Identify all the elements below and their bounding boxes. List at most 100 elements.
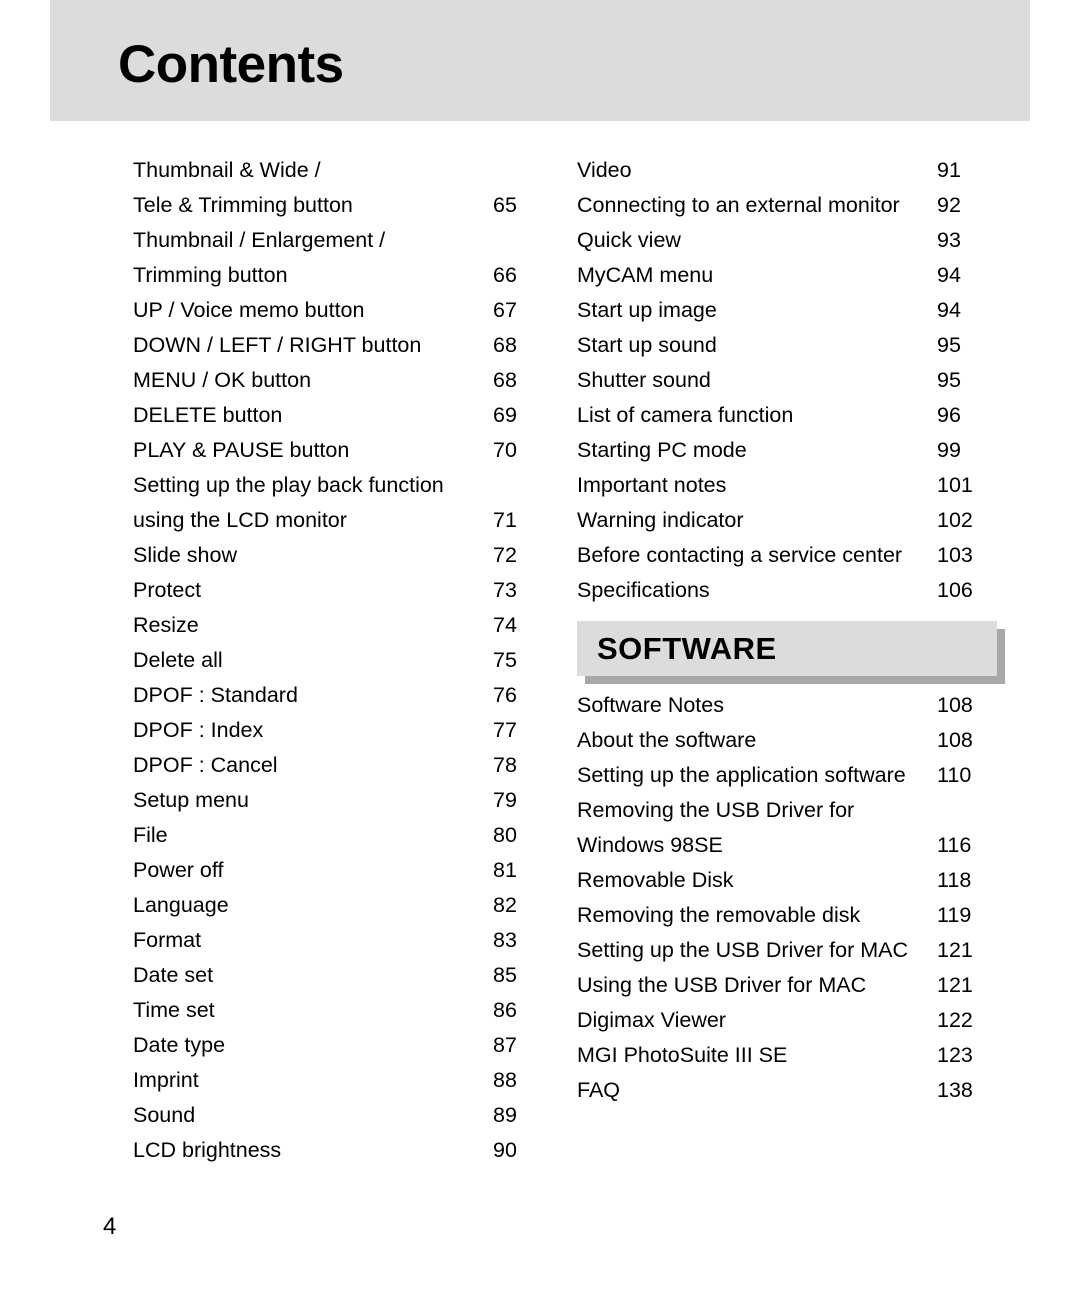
toc-entry-page-number: 102: [937, 508, 973, 532]
toc-entry-label: Date set: [133, 963, 214, 987]
toc-entry[interactable]: Warning indicator 102: [577, 503, 997, 538]
toc-entry[interactable]: Protect 73: [133, 573, 553, 608]
toc-entry-page-number: 68: [493, 333, 517, 357]
toc-entry-label: Start up sound: [577, 333, 717, 357]
toc-entry-page-number: 95: [937, 333, 961, 357]
toc-entry[interactable]: Important notes 101: [577, 468, 997, 503]
toc-entry[interactable]: UP / Voice memo button 67: [133, 293, 553, 328]
toc-entry[interactable]: Delete all 75: [133, 643, 553, 678]
toc-entry[interactable]: Removing the USB Driver for: [577, 793, 997, 828]
toc-entry[interactable]: DPOF : Standard 76: [133, 678, 553, 713]
toc-entry[interactable]: DELETE button 69: [133, 398, 553, 433]
toc-entry[interactable]: Specifications 106: [577, 573, 997, 608]
toc-entry[interactable]: LCD brightness 90: [133, 1133, 553, 1168]
page-title: Contents: [118, 35, 344, 94]
toc-entry[interactable]: Starting PC mode 99: [577, 433, 997, 468]
toc-entry[interactable]: Start up image 94: [577, 293, 997, 328]
toc-entry[interactable]: Windows 98SE 116: [577, 828, 997, 863]
toc-entry[interactable]: Trimming button 66: [133, 258, 553, 293]
toc-entry-page-number: 96: [937, 403, 961, 427]
toc-entry[interactable]: Format 83: [133, 923, 553, 958]
toc-entry[interactable]: using the LCD monitor 71: [133, 503, 553, 538]
toc-entry-page-number: 81: [493, 858, 517, 882]
toc-entry-page-number: 87: [493, 1033, 517, 1057]
toc-entry[interactable]: MyCAM menu 94: [577, 258, 997, 293]
toc-entry-label: DOWN / LEFT / RIGHT button: [133, 333, 422, 357]
toc-entry[interactable]: Date set 85: [133, 958, 553, 993]
toc-entry-label: Software Notes: [577, 693, 724, 717]
toc-entry[interactable]: Connecting to an external monitor 92: [577, 188, 997, 223]
toc-entry-label: Trimming button: [133, 263, 288, 287]
toc-entry[interactable]: Setting up the application software 110: [577, 758, 997, 793]
toc-entry-page-number: 71: [493, 508, 517, 532]
toc-entry-label: FAQ: [577, 1078, 621, 1102]
toc-entry[interactable]: Tele & Trimming button 65: [133, 188, 553, 223]
toc-entry[interactable]: File 80: [133, 818, 553, 853]
toc-entry[interactable]: Time set 86: [133, 993, 553, 1028]
toc-entry-label: Date type: [133, 1033, 226, 1057]
toc-entry-page-number: 108: [937, 728, 973, 752]
toc-entry-page-number: 75: [493, 648, 517, 672]
toc-entry[interactable]: Setting up the play back function: [133, 468, 553, 503]
toc-entry[interactable]: Before contacting a service center 103: [577, 538, 997, 573]
toc-entry[interactable]: DPOF : Cancel 78: [133, 748, 553, 783]
toc-entry-label: Protect: [133, 578, 202, 602]
toc-entry-label: Important notes: [577, 473, 727, 497]
toc-entry[interactable]: Shutter sound 95: [577, 363, 997, 398]
toc-entry[interactable]: Removable Disk 118: [577, 863, 997, 898]
toc-entry[interactable]: DPOF : Index 77: [133, 713, 553, 748]
toc-entry[interactable]: Slide show 72: [133, 538, 553, 573]
toc-entry[interactable]: PLAY & PAUSE button 70: [133, 433, 553, 468]
toc-entry[interactable]: Language 82: [133, 888, 553, 923]
toc-entry[interactable]: FAQ 138: [577, 1073, 997, 1108]
toc-entry-page-number: 76: [493, 683, 517, 707]
toc-entry-page-number: 110: [937, 763, 972, 787]
toc-entry-page-number: 138: [937, 1078, 973, 1102]
section-banner-label: SOFTWARE: [597, 631, 777, 666]
toc-entry-page-number: 118: [937, 868, 972, 892]
toc-entry[interactable]: Resize 74: [133, 608, 553, 643]
toc-entry[interactable]: Digimax Viewer 122: [577, 1003, 997, 1038]
toc-entry-label: List of camera function: [577, 403, 794, 427]
toc-entry[interactable]: List of camera function 96: [577, 398, 997, 433]
contents-header-band: Contents: [50, 0, 1030, 121]
toc-entry-label: Digimax Viewer: [577, 1008, 726, 1032]
toc-entry[interactable]: Date type 87: [133, 1028, 553, 1063]
toc-entry-page-number: 78: [493, 753, 517, 777]
toc-entry[interactable]: Imprint 88: [133, 1063, 553, 1098]
toc-entry-label: MGI PhotoSuite III SE: [577, 1043, 788, 1067]
toc-entry-label: Sound: [133, 1103, 196, 1127]
toc-entry-page-number: 90: [493, 1138, 517, 1162]
toc-entry[interactable]: Thumbnail & Wide /: [133, 153, 553, 188]
toc-entry[interactable]: Sound 89: [133, 1098, 553, 1133]
toc-entry[interactable]: Using the USB Driver for MAC 121: [577, 968, 997, 1003]
toc-entry-page-number: 95: [937, 368, 961, 392]
toc-entry[interactable]: Setup menu 79: [133, 783, 553, 818]
toc-entry-label: Shutter sound: [577, 368, 711, 392]
toc-entry[interactable]: Thumbnail / Enlargement /: [133, 223, 553, 258]
toc-entry[interactable]: DOWN / LEFT / RIGHT button 68: [133, 328, 553, 363]
toc-entry-label: DELETE button: [133, 403, 283, 427]
toc-entry[interactable]: MGI PhotoSuite III SE 123: [577, 1038, 997, 1073]
toc-entry-page-number: 80: [493, 823, 517, 847]
toc-entry[interactable]: Setting up the USB Driver for MAC 121: [577, 933, 997, 968]
toc-entry[interactable]: Quick view 93: [577, 223, 997, 258]
toc-entry-page-number: 77: [493, 718, 517, 742]
toc-entry-label: Removing the removable disk: [577, 903, 861, 927]
toc-entry-label: Specifications: [577, 578, 710, 602]
toc-entry[interactable]: Start up sound 95: [577, 328, 997, 363]
toc-entry[interactable]: About the software 108: [577, 723, 997, 758]
toc-entry-page-number: 91: [937, 158, 961, 182]
toc-entry[interactable]: MENU / OK button 68: [133, 363, 553, 398]
toc-entry-label: Before contacting a service center: [577, 543, 903, 567]
toc-entry[interactable]: Video 91: [577, 153, 997, 188]
toc-entry-page-number: 83: [493, 928, 517, 952]
toc-entry-page-number: 69: [493, 403, 517, 427]
toc-entry[interactable]: Software Notes 108: [577, 688, 997, 723]
toc-entry-page-number: 74: [493, 613, 517, 637]
toc-entry[interactable]: Removing the removable disk 119: [577, 898, 997, 933]
toc-entry-page-number: 70: [493, 438, 517, 462]
toc-entry[interactable]: Power off 81: [133, 853, 553, 888]
toc-entry-label: Setting up the USB Driver for MAC: [577, 938, 908, 962]
toc-entry-page-number: 103: [937, 543, 973, 567]
